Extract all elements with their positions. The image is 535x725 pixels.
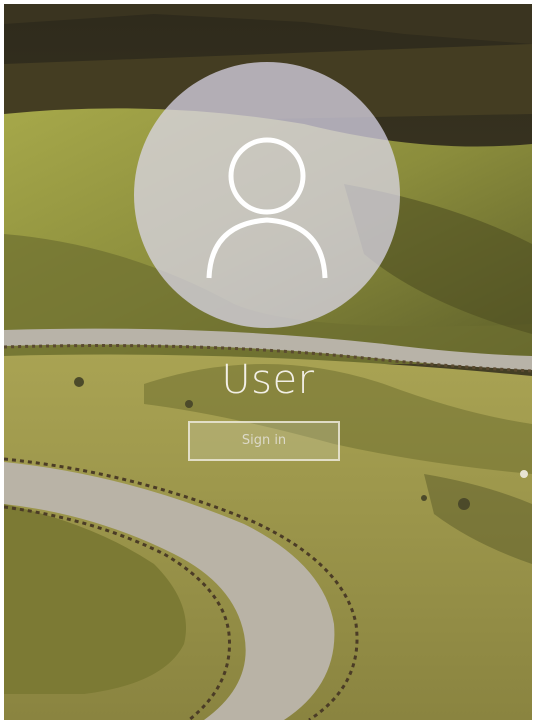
sign-in-button[interactable]: Sign in xyxy=(188,421,340,461)
lock-screen: User Sign in xyxy=(4,4,532,720)
user-name: User xyxy=(221,357,315,403)
user-avatar xyxy=(134,62,400,328)
user-silhouette-icon xyxy=(206,137,328,279)
